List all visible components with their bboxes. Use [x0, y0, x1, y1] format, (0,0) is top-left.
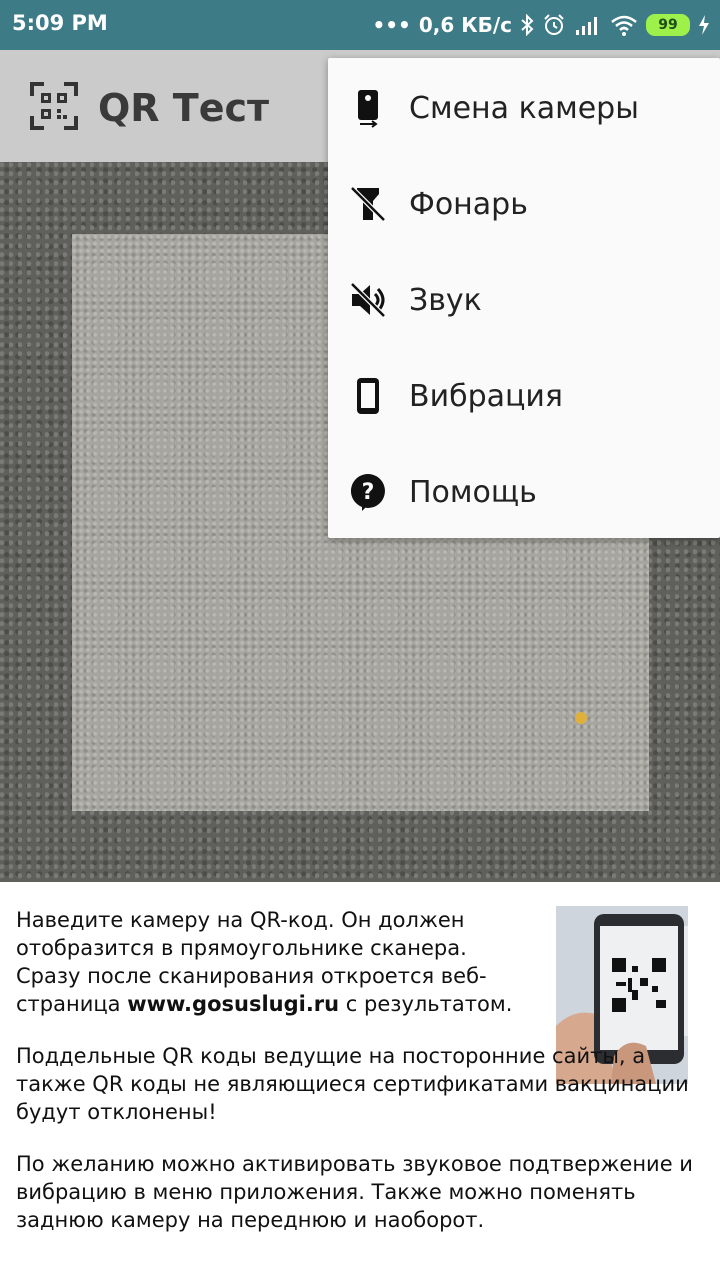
focus-dot [575, 712, 587, 724]
instructions-panel: Наведите камеру на QR-код. Он должен ото… [0, 882, 720, 1280]
menu-label-switch-camera: Смена камеры [409, 90, 639, 126]
battery-indicator: 99 [646, 14, 690, 36]
svg-text:?: ? [362, 480, 375, 505]
menu-item-sound[interactable]: Звук [328, 252, 720, 348]
instruction-paragraph-1: Наведите камеру на QR-код. Он должен ото… [16, 906, 536, 1018]
menu-label-help: Помощь [409, 474, 537, 510]
instruction-text-1-tail: с результатом. [339, 992, 513, 1016]
wifi-icon [611, 15, 637, 36]
help-icon: ? [350, 474, 385, 511]
gosuslugi-link: www.gosuslugi.ru [127, 992, 340, 1016]
overflow-menu: Смена камеры Фонарь Звук Вибрация ? Помо… [328, 58, 720, 538]
alarm-icon [544, 14, 564, 35]
status-icons: ••• 0,6 КБ/с 99 [372, 10, 710, 40]
menu-item-vibration[interactable]: Вибрация [328, 348, 720, 444]
more-dots-icon: ••• [372, 13, 411, 37]
menu-item-flashlight[interactable]: Фонарь [328, 156, 720, 252]
app-title: QR Тест [98, 86, 270, 130]
instruction-paragraph-2: Поддельные QR коды ведущие на посторонни… [16, 1044, 689, 1124]
status-time: 5:09 PM [12, 11, 108, 35]
phone-vibrate-icon [357, 378, 379, 414]
instruction-paragraph-3: По желанию можно активировать звуковое п… [16, 1152, 693, 1232]
flashlight-off-icon [350, 186, 386, 222]
status-bar: 5:09 PM ••• 0,6 КБ/с 99 [0, 0, 720, 50]
menu-label-flashlight: Фонарь [409, 186, 528, 222]
volume-off-icon [350, 282, 386, 318]
signal-icon [576, 17, 597, 35]
bluetooth-icon [521, 14, 534, 36]
menu-label-vibration: Вибрация [409, 378, 563, 414]
menu-item-help[interactable]: ? Помощь [328, 444, 720, 540]
switch-camera-icon [358, 90, 378, 128]
charging-icon [699, 15, 709, 35]
menu-item-switch-camera[interactable]: Смена камеры [328, 60, 720, 156]
menu-label-sound: Звук [409, 282, 482, 318]
qr-scan-icon [30, 82, 78, 130]
network-speed: 0,6 КБ/с [418, 13, 512, 37]
